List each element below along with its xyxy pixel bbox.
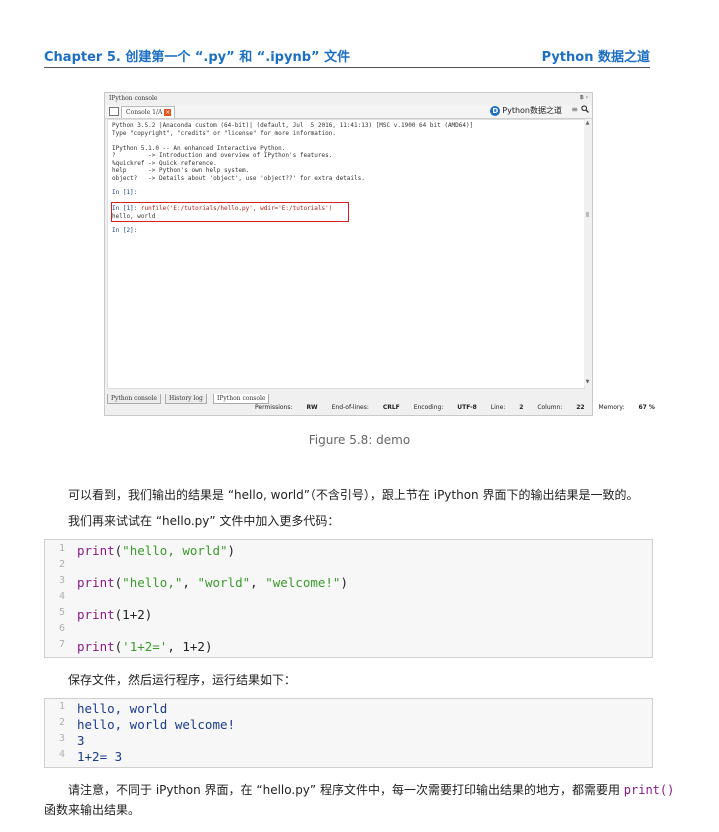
line-number: 4 <box>58 749 65 760</box>
console-line: ? -> Introduction and overview of IPytho… <box>112 152 333 159</box>
line-number: 1 <box>58 701 65 712</box>
brand-logo: D <box>490 105 501 116</box>
chapter-title: 创建第一个 “.py” 和 “.ipynb” 文件 <box>125 50 351 65</box>
paragraph-1: 可以看到，我们输出的结果是 “hello, world”（不含引号），跟上节在 … <box>68 488 639 502</box>
line-number: 2 <box>58 559 65 570</box>
ipython-console-screenshot: IPython console ฿ › Console 1/A × D Python… <box>104 92 655 416</box>
line-number: 3 <box>58 575 65 586</box>
page-header: Chapter 5. 创建第一个 “.py” 和 “.ipynb” 文件 Pyt… <box>44 45 650 68</box>
tab-history-log[interactable]: History log <box>165 394 207 404</box>
paragraph-2: 我们再来试试在 “hello.py” 文件中加入更多代码： <box>68 514 340 528</box>
code-text: 1+2= 3 <box>77 749 123 764</box>
line-number: 7 <box>58 639 65 650</box>
close-icon[interactable]: × <box>164 109 172 116</box>
scroll-up-icon[interactable]: ▲ <box>584 120 591 127</box>
line-number: 2 <box>58 717 65 728</box>
tab-python-console[interactable]: Python console <box>107 394 162 404</box>
book-title: Python 数据之道 <box>541 50 650 65</box>
console-tab-label: Console 1/A <box>126 109 163 116</box>
menu-icon[interactable]: ≡ <box>571 105 578 114</box>
line-number: 5 <box>58 607 65 618</box>
console-prompt: In [2]: <box>112 227 138 234</box>
scroll-down-icon[interactable]: ▼ <box>584 379 591 386</box>
scrollbar-marker <box>586 212 589 217</box>
status-permissions: Permissions: RW <box>255 404 318 411</box>
status-memory: Memory: 67 % <box>598 404 655 411</box>
chapter-heading: Chapter 5. 创建第一个 “.py” 和 “.ipynb” 文件 <box>44 46 350 65</box>
console-line: help -> Python's own help system. <box>112 167 250 174</box>
window-title: IPython console <box>109 95 158 102</box>
console-output-area[interactable]: Python 3.5.2 |Anaconda custom (64-bit)| … <box>107 119 585 389</box>
line-number: 6 <box>58 623 65 634</box>
code-block-1: 1 print("hello, world") 2 3 print("hello… <box>44 539 653 658</box>
paragraph-4-continued: 函数来输出结果。 <box>44 803 141 817</box>
status-encoding: Encoding: UTF-8 <box>413 404 477 411</box>
tab-ipython-console[interactable]: IPython console <box>213 394 270 404</box>
inline-code: print() <box>623 783 675 797</box>
code-text: hello, world <box>77 701 168 716</box>
search-icon[interactable] <box>581 105 589 115</box>
status-column: Column: 22 <box>537 404 585 411</box>
scrollbar[interactable]: ▲ ▼ <box>584 120 591 386</box>
console-tab[interactable]: Console 1/A × <box>121 106 176 118</box>
console-line: %quickref -> Quick reference. <box>112 159 217 167</box>
figure-caption: Figure 5.8: demo <box>308 433 411 447</box>
code-text: print('1+2=', 1+2) <box>77 639 213 654</box>
console-prompt: In [1]: <box>112 189 138 196</box>
line-number: 3 <box>58 733 65 744</box>
brand-text: Python数据之道 <box>502 106 562 115</box>
console-line: object? -> Details about 'object', use '… <box>112 174 365 182</box>
console-line: Type "copyright", "credits" or "license"… <box>112 129 336 137</box>
window-buttons[interactable]: ฿ › <box>580 94 588 101</box>
chapter-number: Chapter 5. <box>44 50 121 65</box>
code-text: print("hello,", "world", "welcome!") <box>77 575 348 590</box>
status-eol: End-of-lines: CRLF <box>331 404 400 411</box>
console-tab-row: Console 1/A × D Python数据之道 ≡ <box>105 105 592 119</box>
highlight-box <box>111 202 349 222</box>
paragraph-4: 请注意，不同于 iPython 界面，在 “hello.py” 程序文件中，每一… <box>68 783 675 797</box>
code-text: print(1+2) <box>77 607 153 622</box>
status-bar: Permissions: RW End-of-lines: CRLF Encod… <box>255 404 667 411</box>
paragraph-3: 保存文件，然后运行程序，运行结果如下： <box>68 673 297 687</box>
code-text: hello, world welcome! <box>77 717 236 732</box>
console-line: IPython 5.1.0 -- An enhanced Interactive… <box>112 144 286 152</box>
line-number: 4 <box>58 591 65 602</box>
line-number: 1 <box>58 543 65 554</box>
code-text: 3 <box>77 733 85 748</box>
new-console-icon[interactable] <box>109 107 119 116</box>
code-block-2: 1 hello, world 2 hello, world welcome! 3… <box>44 698 653 768</box>
code-text: print("hello, world") <box>77 543 236 558</box>
brand-watermark: D Python数据之道 <box>490 105 562 116</box>
console-line: Python 3.5.2 |Anaconda custom (64-bit)| … <box>112 122 474 129</box>
status-line: Line: 2 <box>490 404 524 411</box>
